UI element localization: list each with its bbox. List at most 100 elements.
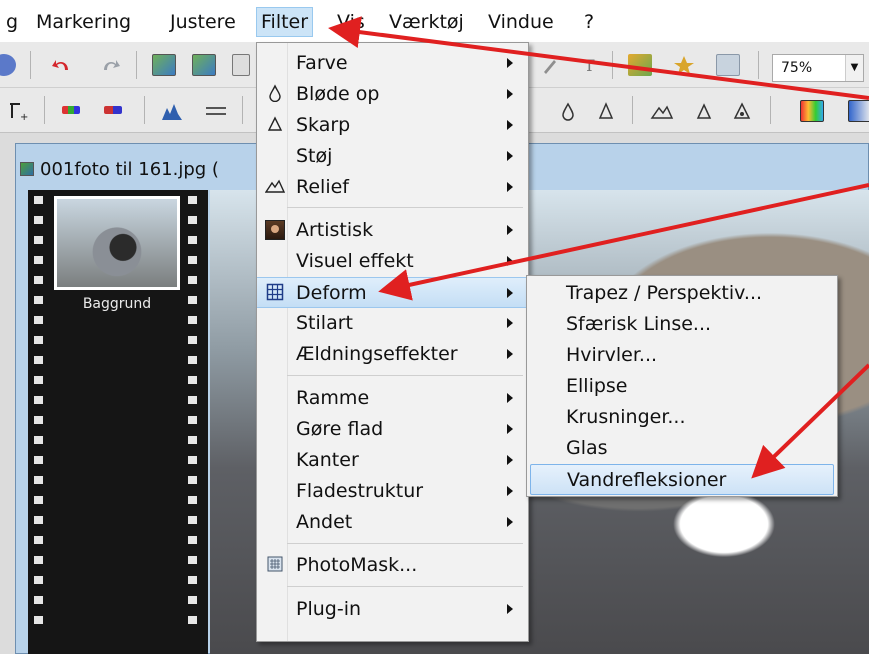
- submenu-item-trapez[interactable]: Trapez / Perspektiv...: [527, 278, 837, 309]
- toolbar-separator: [30, 51, 31, 79]
- svg-text:+: +: [20, 112, 28, 122]
- submenu-arrow-icon: [507, 256, 513, 266]
- menu-item-visuel-effekt[interactable]: Visuel effekt: [257, 246, 528, 277]
- submenu-item-sfaerisk-linse[interactable]: Sfærisk Linse...: [527, 309, 837, 340]
- filmstrip-perforation: [188, 296, 197, 304]
- filmstrip-perforation: [34, 376, 43, 384]
- image-icon[interactable]: [152, 54, 176, 76]
- menu-item-ramme[interactable]: Ramme: [257, 383, 528, 414]
- menu-item-artistisk[interactable]: Artistisk: [257, 215, 528, 246]
- window-icon[interactable]: [716, 54, 740, 76]
- warp-tool-icon[interactable]: [730, 100, 754, 122]
- menu-item-gore-flad[interactable]: Gøre flad: [257, 414, 528, 445]
- submenu-arrow-icon: [507, 120, 513, 130]
- submenu-arrow-icon: [507, 604, 513, 614]
- menu-item-stilart[interactable]: Stilart: [257, 308, 528, 339]
- menu-item-farve[interactable]: Farve: [257, 48, 528, 79]
- filmstrip-perforation: [34, 256, 43, 264]
- submenu-arrow-icon: [507, 151, 513, 161]
- filmstrip-perforation: [188, 456, 197, 464]
- zoom-select[interactable]: 75% ▼: [772, 54, 864, 82]
- filmstrip-perforation: [34, 536, 43, 544]
- color-balance-icon[interactable]: [104, 106, 122, 114]
- menu-justere[interactable]: Justere: [170, 9, 236, 35]
- filmstrip-perforation: [34, 616, 43, 624]
- histogram-icon[interactable]: [160, 100, 184, 122]
- curve-tool-icon[interactable]: +: [6, 100, 30, 123]
- svg-text:T: T: [584, 56, 595, 75]
- color-palette-icon[interactable]: [800, 100, 824, 122]
- filmstrip-perforation: [188, 276, 197, 284]
- star-icon[interactable]: [672, 54, 696, 76]
- filmstrip-perforation: [34, 196, 43, 204]
- filmstrip-perforation: [34, 576, 43, 584]
- submenu-item-glas[interactable]: Glas: [527, 433, 837, 464]
- menu-item-aeldningseffekter[interactable]: Ældningseffekter: [257, 339, 528, 370]
- chevron-down-icon[interactable]: ▼: [845, 55, 863, 81]
- menu-item-kanter[interactable]: Kanter: [257, 445, 528, 476]
- filmstrip-perforation: [188, 336, 197, 344]
- relief-icon: [264, 177, 286, 197]
- menu-item-plug-in[interactable]: Plug-in: [257, 594, 528, 625]
- menu-vis[interactable]: Vis: [337, 9, 365, 35]
- menu-item-blode-op[interactable]: Bløde op: [257, 79, 528, 110]
- menu-vaerktoj[interactable]: Værktøj: [389, 9, 464, 35]
- levels-icon[interactable]: [204, 100, 228, 122]
- rgb-channels-icon[interactable]: [62, 106, 80, 114]
- toolbar-separator: [136, 51, 137, 79]
- filmstrip-perforation: [34, 396, 43, 404]
- menu-separator: [287, 586, 523, 587]
- deform-submenu: Trapez / Perspektiv... Sfærisk Linse... …: [526, 275, 838, 497]
- menubar: g Markering Justere Filter Vis Værktøj V…: [0, 0, 869, 42]
- menu-item-andet[interactable]: Andet: [257, 507, 528, 538]
- menu-vindue[interactable]: Vindue: [488, 9, 554, 35]
- photomask-icon: [265, 555, 285, 575]
- submenu-arrow-icon: [507, 89, 513, 99]
- filmstrip-perforation: [34, 436, 43, 444]
- menu-item-relief[interactable]: Relief: [257, 172, 528, 203]
- grid-icon: [265, 283, 285, 303]
- triangle-icon: [265, 115, 285, 135]
- submenu-arrow-icon: [507, 58, 513, 68]
- menu-item-stoj[interactable]: Støj: [257, 141, 528, 172]
- menu-help[interactable]: ?: [584, 9, 594, 35]
- submenu-item-vandrefleksioner[interactable]: Vandrefleksioner: [530, 464, 834, 495]
- menu-item-skarp[interactable]: Skarp: [257, 110, 528, 141]
- menu-item-photomask[interactable]: PhotoMask...: [257, 550, 528, 581]
- filmstrip-perforation: [34, 236, 43, 244]
- menu-filter[interactable]: Filter: [256, 7, 314, 37]
- submenu-item-krusninger[interactable]: Krusninger...: [527, 402, 837, 433]
- submenu-item-hvirvler[interactable]: Hvirvler...: [527, 340, 837, 371]
- submenu-arrow-icon: [507, 182, 513, 192]
- filmstrip-perforation: [188, 476, 197, 484]
- undo-icon[interactable]: [50, 54, 74, 76]
- text-tool-icon[interactable]: T: [578, 54, 602, 76]
- triangle-tool-icon[interactable]: [692, 100, 716, 122]
- submenu-arrow-icon: [507, 288, 513, 298]
- submenu-item-ellipse[interactable]: Ellipse: [527, 371, 837, 402]
- layer-thumbnail[interactable]: [54, 196, 180, 290]
- filmstrip-perforation: [34, 296, 43, 304]
- toolbar-separator: [612, 51, 613, 79]
- submenu-arrow-icon: [507, 455, 513, 465]
- filmstrip-perforation: [34, 496, 43, 504]
- menu-item-fladestruktur[interactable]: Fladestruktur: [257, 476, 528, 507]
- menu-markering[interactable]: Markering: [36, 9, 131, 35]
- gradient-icon[interactable]: [848, 100, 869, 122]
- submenu-arrow-icon: [507, 225, 513, 235]
- menu-item-deform[interactable]: Deform: [257, 277, 528, 308]
- blur-drop-icon[interactable]: [556, 100, 580, 122]
- filmstrip-perforation: [188, 376, 197, 384]
- menu-edit-partial[interactable]: g: [6, 9, 18, 35]
- brush-icon[interactable]: [540, 54, 564, 76]
- relief-tool-icon[interactable]: [650, 100, 674, 122]
- layers-icon[interactable]: [628, 54, 652, 76]
- toolbar-separator: [758, 51, 759, 79]
- globe-icon[interactable]: [0, 54, 16, 76]
- filmstrip-perforation: [34, 316, 43, 324]
- sharpen-drop-icon[interactable]: [594, 100, 618, 122]
- page-icon[interactable]: [232, 54, 250, 76]
- image-copy-icon[interactable]: [192, 54, 216, 76]
- submenu-arrow-icon: [507, 486, 513, 496]
- redo-icon[interactable]: [98, 54, 122, 76]
